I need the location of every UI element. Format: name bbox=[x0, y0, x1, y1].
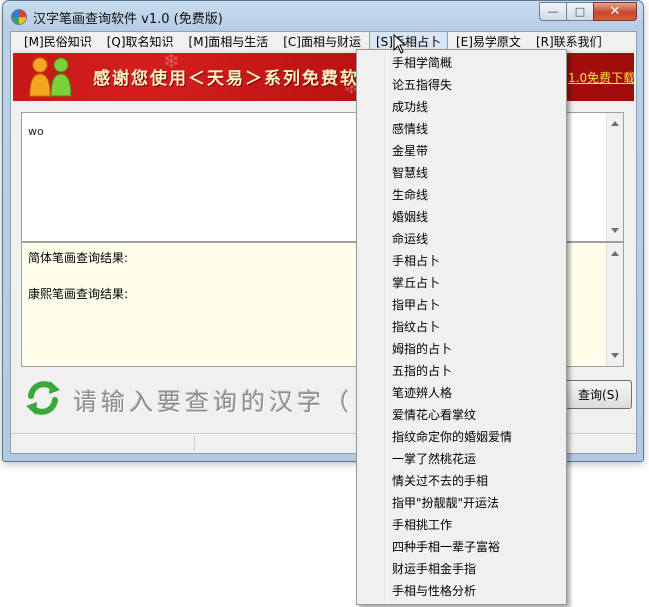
menu-item-success-line[interactable]: 成功线 bbox=[357, 96, 566, 118]
menu-item-life-line[interactable]: 生命线 bbox=[357, 184, 566, 206]
menu-folk-knowledge[interactable]: [M]民俗知识 bbox=[17, 31, 99, 52]
menu-item-heart-line[interactable]: 感情线 bbox=[357, 118, 566, 140]
scroll-up-icon[interactable] bbox=[611, 251, 619, 256]
minimize-icon: — bbox=[547, 5, 559, 18]
menu-naming-knowledge[interactable]: [Q]取名知识 bbox=[100, 31, 181, 52]
menu-item-five-fingers[interactable]: 论五指得失 bbox=[357, 74, 566, 96]
window-controls: — □ ✕ bbox=[539, 2, 637, 21]
menu-item-peach-blossom[interactable]: 一掌了然桃花运 bbox=[357, 448, 566, 470]
menu-item-golden-finger[interactable]: 财运手相金手指 bbox=[357, 558, 566, 580]
query-prompt: 请输入要查询的汉字（ bbox=[73, 388, 353, 416]
query-button-label: 查询(S) bbox=[578, 388, 619, 402]
close-icon: ✕ bbox=[609, 4, 621, 19]
menu-item-nail-fortune[interactable]: 指甲"扮靓靓"开运法 bbox=[357, 492, 566, 514]
menu-physiognomy-wealth[interactable]: [C]面相与财运 bbox=[276, 31, 368, 52]
scroll-down-icon[interactable] bbox=[611, 228, 619, 233]
banner-text: 感谢您使用＜天易＞系列免费软 bbox=[93, 69, 359, 89]
menu-item-five-finger-divination[interactable]: 五指的占卜 bbox=[357, 360, 566, 382]
people-icon bbox=[29, 57, 72, 97]
app-icon bbox=[11, 9, 27, 25]
minimize-button[interactable]: — bbox=[539, 2, 566, 21]
menu-item-palmistry-overview[interactable]: 手相学简概 bbox=[357, 52, 566, 74]
input-value: wo bbox=[28, 125, 44, 138]
maximize-icon: □ bbox=[574, 5, 586, 18]
menu-item-palm-personality[interactable]: 手相与性格分析 bbox=[357, 580, 566, 602]
menu-item-thumb-divination[interactable]: 姆指的占卜 bbox=[357, 338, 566, 360]
scroll-down-icon[interactable] bbox=[611, 353, 619, 358]
window-title: 汉字笔画查询软件 v1.0 (免费版) bbox=[33, 12, 223, 27]
input-scrollbar[interactable] bbox=[606, 113, 623, 241]
menu-item-nail-divination[interactable]: 指甲占卜 bbox=[357, 294, 566, 316]
palmistry-dropdown-menu: 手相学简概 论五指得失 成功线 感情线 金星带 智慧线 生命线 婚姻线 命运线 … bbox=[356, 49, 567, 605]
menu-physiognomy-life[interactable]: [M]面相与生活 bbox=[182, 31, 276, 52]
menu-item-palm-divination[interactable]: 手相占卜 bbox=[357, 250, 566, 272]
download-link[interactable]: 1.0免费下载 bbox=[568, 69, 634, 86]
menu-item-fingerprint-marriage[interactable]: 指纹命定你的婚姻爱情 bbox=[357, 426, 566, 448]
menu-item-fate-line[interactable]: 命运线 bbox=[357, 228, 566, 250]
menu-item-love-obstacle[interactable]: 情关过不去的手相 bbox=[357, 470, 566, 492]
maximize-button[interactable]: □ bbox=[566, 2, 593, 21]
simplified-result-label: 简体笔画查询结果: bbox=[28, 251, 129, 265]
title-bar[interactable]: 汉字笔画查询软件 v1.0 (免费版) — □ ✕ bbox=[3, 1, 643, 31]
scroll-up-icon[interactable] bbox=[611, 121, 619, 126]
close-button[interactable]: ✕ bbox=[593, 2, 637, 21]
menu-item-palm-mounts[interactable]: 掌丘占卜 bbox=[357, 272, 566, 294]
kangxi-result-label: 康熙笔画查询结果: bbox=[28, 287, 129, 301]
menu-item-fingerprint-divination[interactable]: 指纹占卜 bbox=[357, 316, 566, 338]
results-scrollbar[interactable] bbox=[606, 243, 623, 366]
menu-item-handwriting-personality[interactable]: 笔迹辨人格 bbox=[357, 382, 566, 404]
menu-item-venus-belt[interactable]: 金星带 bbox=[357, 140, 566, 162]
menu-item-love-palm[interactable]: 爱情花心看掌纹 bbox=[357, 404, 566, 426]
menu-item-head-line[interactable]: 智慧线 bbox=[357, 162, 566, 184]
menu-item-marriage-line[interactable]: 婚姻线 bbox=[357, 206, 566, 228]
status-pane bbox=[15, 436, 195, 451]
menu-item-wealthy-palms[interactable]: 四种手相一辈子富裕 bbox=[357, 536, 566, 558]
refresh-icon[interactable] bbox=[23, 378, 63, 418]
menu-item-palm-career[interactable]: 手相挑工作 bbox=[357, 514, 566, 536]
mouse-cursor-icon bbox=[393, 34, 407, 54]
